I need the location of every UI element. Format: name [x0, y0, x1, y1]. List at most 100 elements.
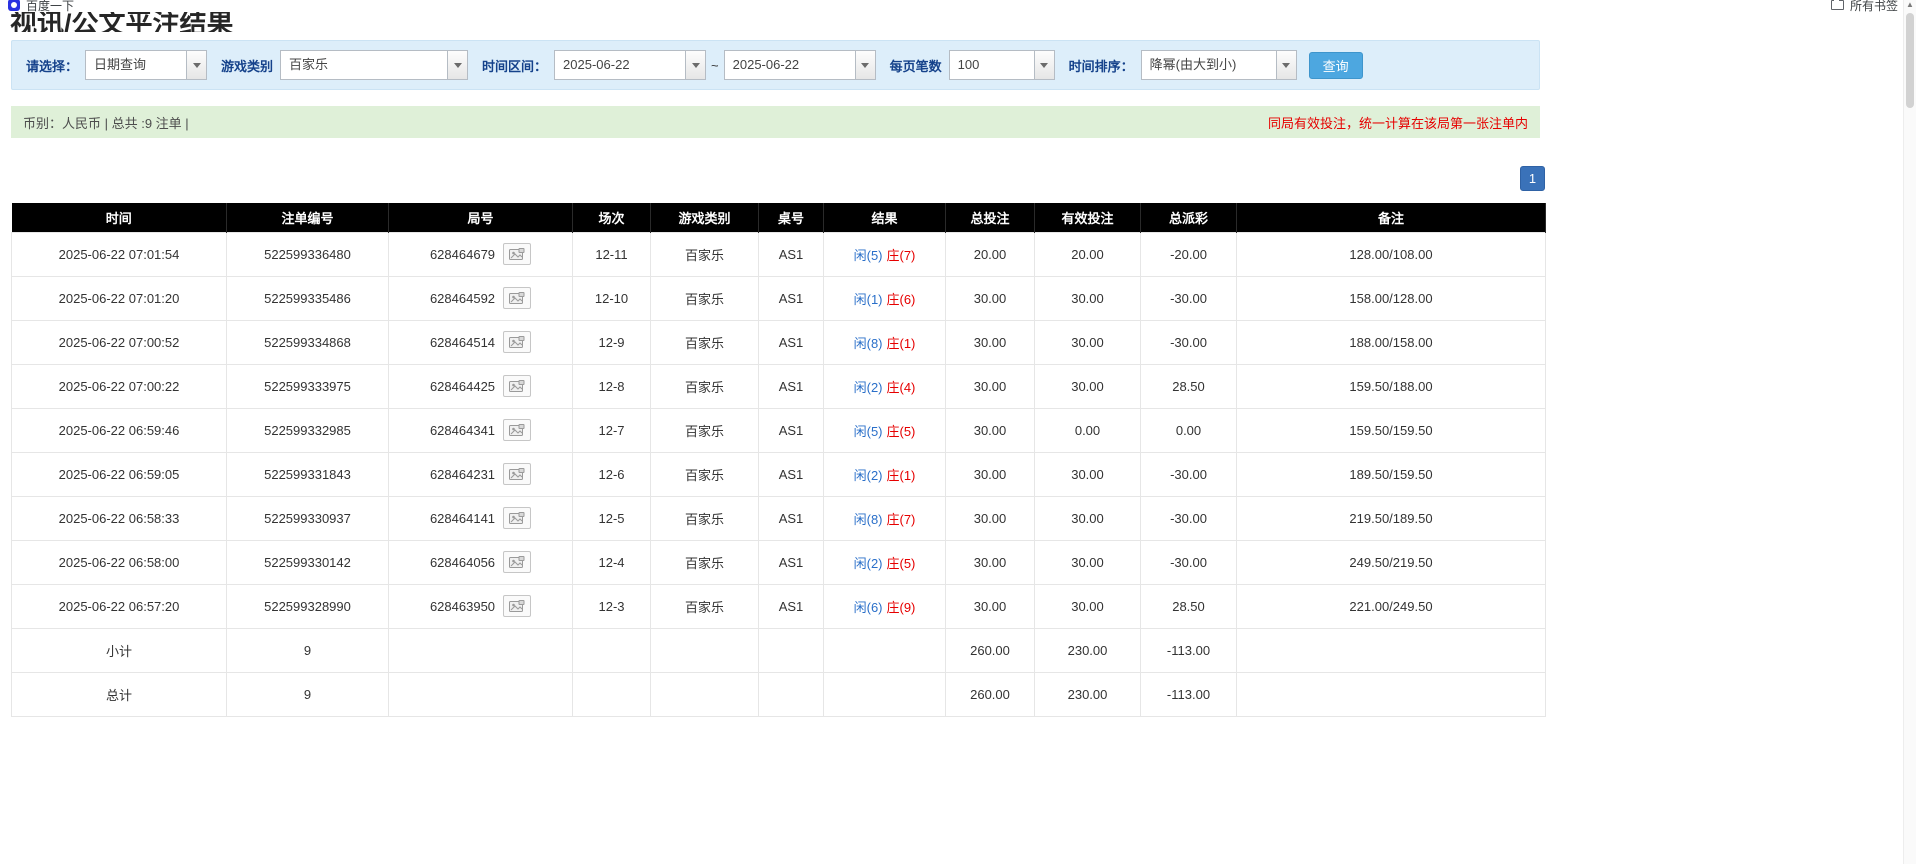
cell-session: 12-6 — [573, 452, 651, 496]
cell-time: 2025-06-22 06:57:20 — [12, 584, 227, 628]
cell-payout: -30.00 — [1141, 496, 1237, 540]
picture-icon — [509, 424, 525, 437]
col-header-session: 场次 — [573, 203, 651, 232]
cell-table-no: AS1 — [759, 320, 824, 364]
date-to-dropdown[interactable]: 2025-06-22 — [724, 50, 876, 80]
round-detail-button[interactable] — [503, 507, 531, 529]
cell-table-no: AS1 — [759, 408, 824, 452]
dropdown-arrow-icon[interactable] — [855, 51, 875, 79]
cell-total-bet-link[interactable]: 30.00 — [946, 408, 1035, 452]
date-from-dropdown[interactable]: 2025-06-22 — [554, 50, 706, 80]
page-size-dropdown[interactable]: 100 — [949, 50, 1055, 80]
date-from-value: 2025-06-22 — [555, 51, 685, 79]
table-row: 2025-06-22 07:00:22 522599333975 6284644… — [12, 364, 1546, 408]
round-detail-button[interactable] — [503, 419, 531, 441]
cell-valid-bet: 30.00 — [1035, 540, 1141, 584]
round-detail-button[interactable] — [503, 595, 531, 617]
filter-bar: 请选择： 日期查询 游戏类别 百家乐 时间区间： 2025-06-22 ~ 20… — [11, 40, 1540, 90]
cell-table-no: AS1 — [759, 232, 824, 276]
round-detail-button[interactable] — [503, 243, 531, 265]
table-row: 2025-06-22 06:59:46 522599332985 6284643… — [12, 408, 1546, 452]
round-number: 628464231 — [430, 467, 495, 482]
cell-payout: -30.00 — [1141, 452, 1237, 496]
select-type-dropdown[interactable]: 日期查询 — [85, 50, 207, 80]
cell-time: 2025-06-22 06:58:00 — [12, 540, 227, 584]
query-button[interactable]: 查询 — [1309, 52, 1363, 79]
col-header-note: 备注 — [1237, 203, 1546, 232]
bookmarks-bar: 百度一下 所有书签 — [0, 0, 1916, 12]
cell-game: 百家乐 — [651, 232, 759, 276]
cell-note: 159.50/188.00 — [1237, 364, 1546, 408]
result-player: 闲(5) — [854, 248, 883, 263]
round-detail-button[interactable] — [503, 287, 531, 309]
round-number: 628464341 — [430, 423, 495, 438]
round-number: 628463950 — [430, 599, 495, 614]
round-detail-button[interactable] — [503, 331, 531, 353]
select-type-value: 日期查询 — [86, 51, 186, 79]
cell-table-no: AS1 — [759, 276, 824, 320]
cell-valid-bet: 20.00 — [1035, 232, 1141, 276]
cell-total-bet-link[interactable]: 30.00 — [946, 452, 1035, 496]
cell-table-no: AS1 — [759, 584, 824, 628]
cell-bet-no: 522599328990 — [227, 584, 389, 628]
dropdown-arrow-icon[interactable] — [685, 51, 705, 79]
picture-icon — [509, 600, 525, 613]
dropdown-arrow-icon[interactable] — [1034, 51, 1054, 79]
total-label: 总计 — [12, 672, 227, 716]
cell-round-no: 628464679 — [389, 232, 573, 276]
cell-time: 2025-06-22 07:01:20 — [12, 276, 227, 320]
summary-bar: 币别：人民币 | 总共 :9 注单 | 同局有效投注，统一计算在该局第一张注单内 — [11, 106, 1540, 138]
cell-note: 188.00/158.00 — [1237, 320, 1546, 364]
cell-total-bet-link[interactable]: 30.00 — [946, 584, 1035, 628]
cell-valid-bet: 30.00 — [1035, 584, 1141, 628]
picture-icon — [509, 292, 525, 305]
scrollbar[interactable]: ▲ — [1903, 0, 1916, 864]
total-row: 总计 9 260.00 230.00 -113.00 — [12, 672, 1546, 716]
all-bookmarks-button[interactable]: 所有书签 — [1831, 0, 1898, 14]
cell-payout: 0.00 — [1141, 408, 1237, 452]
cell-total-bet-link[interactable]: 30.00 — [946, 540, 1035, 584]
dropdown-arrow-icon[interactable] — [447, 51, 467, 79]
sort-order-dropdown[interactable]: 降幂(由大到小) — [1141, 50, 1297, 80]
round-detail-button[interactable] — [503, 375, 531, 397]
cell-total-bet-link[interactable]: 30.00 — [946, 320, 1035, 364]
filter-label-range: 时间区间： — [482, 56, 547, 75]
col-header-valid-bet: 有效投注 — [1035, 203, 1141, 232]
cell-time: 2025-06-22 06:58:33 — [12, 496, 227, 540]
title-wrap: 视讯/公文平注结果 — [10, 12, 1916, 32]
result-banker: 庄(6) — [887, 292, 916, 307]
scroll-up-icon[interactable]: ▲ — [1904, 0, 1916, 11]
picture-icon — [509, 248, 525, 261]
scrollbar-thumb[interactable] — [1906, 13, 1914, 108]
cell-result: 闲(8)庄(1) — [824, 320, 946, 364]
cell-bet-no: 522599330937 — [227, 496, 389, 540]
result-banker: 庄(1) — [887, 468, 916, 483]
cell-result: 闲(5)庄(5) — [824, 408, 946, 452]
cell-total-bet-link[interactable]: 30.00 — [946, 276, 1035, 320]
cell-total-bet-link[interactable]: 30.00 — [946, 364, 1035, 408]
result-player: 闲(6) — [854, 600, 883, 615]
cell-note: 221.00/249.50 — [1237, 584, 1546, 628]
cell-game: 百家乐 — [651, 540, 759, 584]
cell-session: 12-11 — [573, 232, 651, 276]
game-category-dropdown[interactable]: 百家乐 — [280, 50, 468, 80]
cell-session: 12-3 — [573, 584, 651, 628]
round-detail-button[interactable] — [503, 551, 531, 573]
result-player: 闲(1) — [854, 292, 883, 307]
result-banker: 庄(4) — [887, 380, 916, 395]
cell-total-bet-link[interactable]: 20.00 — [946, 232, 1035, 276]
filter-label-sort: 时间排序： — [1069, 56, 1134, 75]
page-button-1[interactable]: 1 — [1520, 166, 1545, 191]
summary-info: 币别：人民币 | 总共 :9 注单 | — [23, 113, 189, 132]
dropdown-arrow-icon[interactable] — [186, 51, 206, 79]
cell-time: 2025-06-22 06:59:46 — [12, 408, 227, 452]
dropdown-arrow-icon[interactable] — [1276, 51, 1296, 79]
table-body: 2025-06-22 07:01:54 522599336480 6284646… — [12, 232, 1546, 716]
subtotal-row: 小计 9 260.00 230.00 -113.00 — [12, 628, 1546, 672]
col-header-time: 时间 — [12, 203, 227, 232]
round-detail-button[interactable] — [503, 463, 531, 485]
cell-total-bet-link[interactable]: 30.00 — [946, 496, 1035, 540]
cell-note: 128.00/108.00 — [1237, 232, 1546, 276]
subtotal-payout: -113.00 — [1141, 628, 1237, 672]
result-player: 闲(2) — [854, 468, 883, 483]
